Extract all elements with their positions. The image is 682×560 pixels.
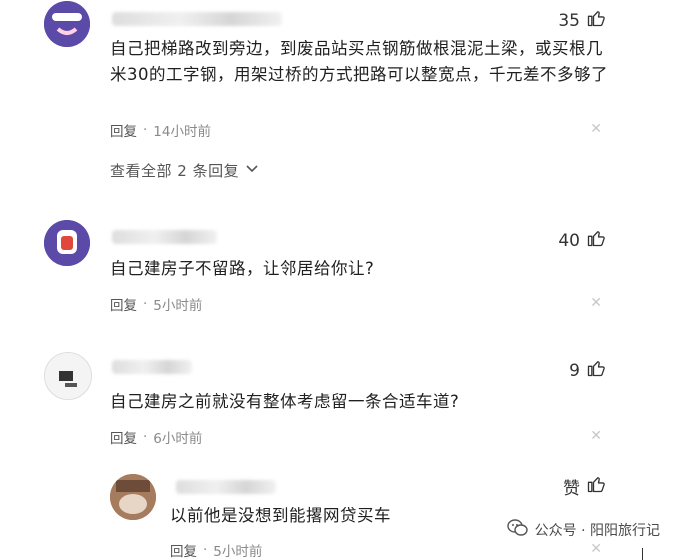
like-button[interactable]: 9 <box>569 358 606 383</box>
timestamp: 6小时前 <box>153 431 203 447</box>
thumb-up-icon <box>586 474 606 499</box>
username-blurred[interactable] <box>176 480 276 494</box>
comment-text: 自己建房之前就没有整体考虑留一条合适车道? <box>110 392 460 411</box>
reply-button[interactable]: 回复 <box>110 120 137 140</box>
close-icon[interactable]: ✕ <box>590 541 602 557</box>
like-label: 赞 <box>563 479 580 499</box>
like-button[interactable]: 35 <box>558 8 606 33</box>
avatar[interactable] <box>44 1 90 47</box>
like-count: 35 <box>558 10 580 31</box>
reply-button[interactable]: 回复 <box>170 540 197 560</box>
thumb-up-icon <box>586 358 606 383</box>
reply-text: 以前他是没想到能撂网贷买车 <box>170 506 391 525</box>
meta-separator: · <box>203 542 208 558</box>
meta-separator: · <box>143 122 148 138</box>
avatar[interactable] <box>44 352 92 400</box>
username-blurred[interactable] <box>112 230 217 244</box>
meta-separator: · <box>143 429 148 445</box>
comment-text: 自己把梯路改到旁边，到废品站买点钢筋做根混泥土梁，或买根几米30的工字钢，用架过… <box>110 39 608 84</box>
avatar[interactable] <box>44 220 90 266</box>
like-count: 9 <box>569 360 580 381</box>
close-icon[interactable]: ✕ <box>590 295 602 311</box>
close-icon[interactable]: ✕ <box>590 121 602 137</box>
like-button[interactable]: 赞 <box>563 474 606 499</box>
thumb-up-icon <box>586 8 606 33</box>
avatar[interactable] <box>110 474 156 520</box>
timestamp: 5小时前 <box>213 544 263 560</box>
comment-meta: 回复 · 5小时前 <box>110 294 202 314</box>
timestamp: 14小时前 <box>153 124 211 140</box>
comment-meta: 回复 · 14小时前 <box>110 120 211 140</box>
view-all-replies-button[interactable]: 查看全部 2 条回复 <box>110 160 259 181</box>
reply-meta: 回复 · 5小时前 <box>170 540 262 560</box>
thumb-up-icon <box>586 228 606 253</box>
wechat-icon <box>506 518 529 542</box>
reply-button[interactable]: 回复 <box>110 294 137 314</box>
reply-button[interactable]: 回复 <box>110 427 137 447</box>
like-button[interactable]: 40 <box>558 228 606 253</box>
watermark: 公众号 · 阳阳旅行记 <box>506 518 660 542</box>
watermark-text: 公众号 · 阳阳旅行记 <box>534 523 660 539</box>
divider <box>642 548 643 560</box>
username-blurred[interactable] <box>112 12 282 26</box>
meta-separator: · <box>143 296 148 312</box>
comment-text: 自己建房子不留路，让邻居给你让? <box>110 259 375 278</box>
username-blurred[interactable] <box>112 360 192 374</box>
like-count: 40 <box>558 230 580 251</box>
view-all-replies-label: 查看全部 2 条回复 <box>110 162 240 180</box>
chevron-down-icon <box>245 162 259 180</box>
comment-meta: 回复 · 6小时前 <box>110 427 202 447</box>
timestamp: 5小时前 <box>153 298 203 314</box>
close-icon[interactable]: ✕ <box>590 428 602 444</box>
